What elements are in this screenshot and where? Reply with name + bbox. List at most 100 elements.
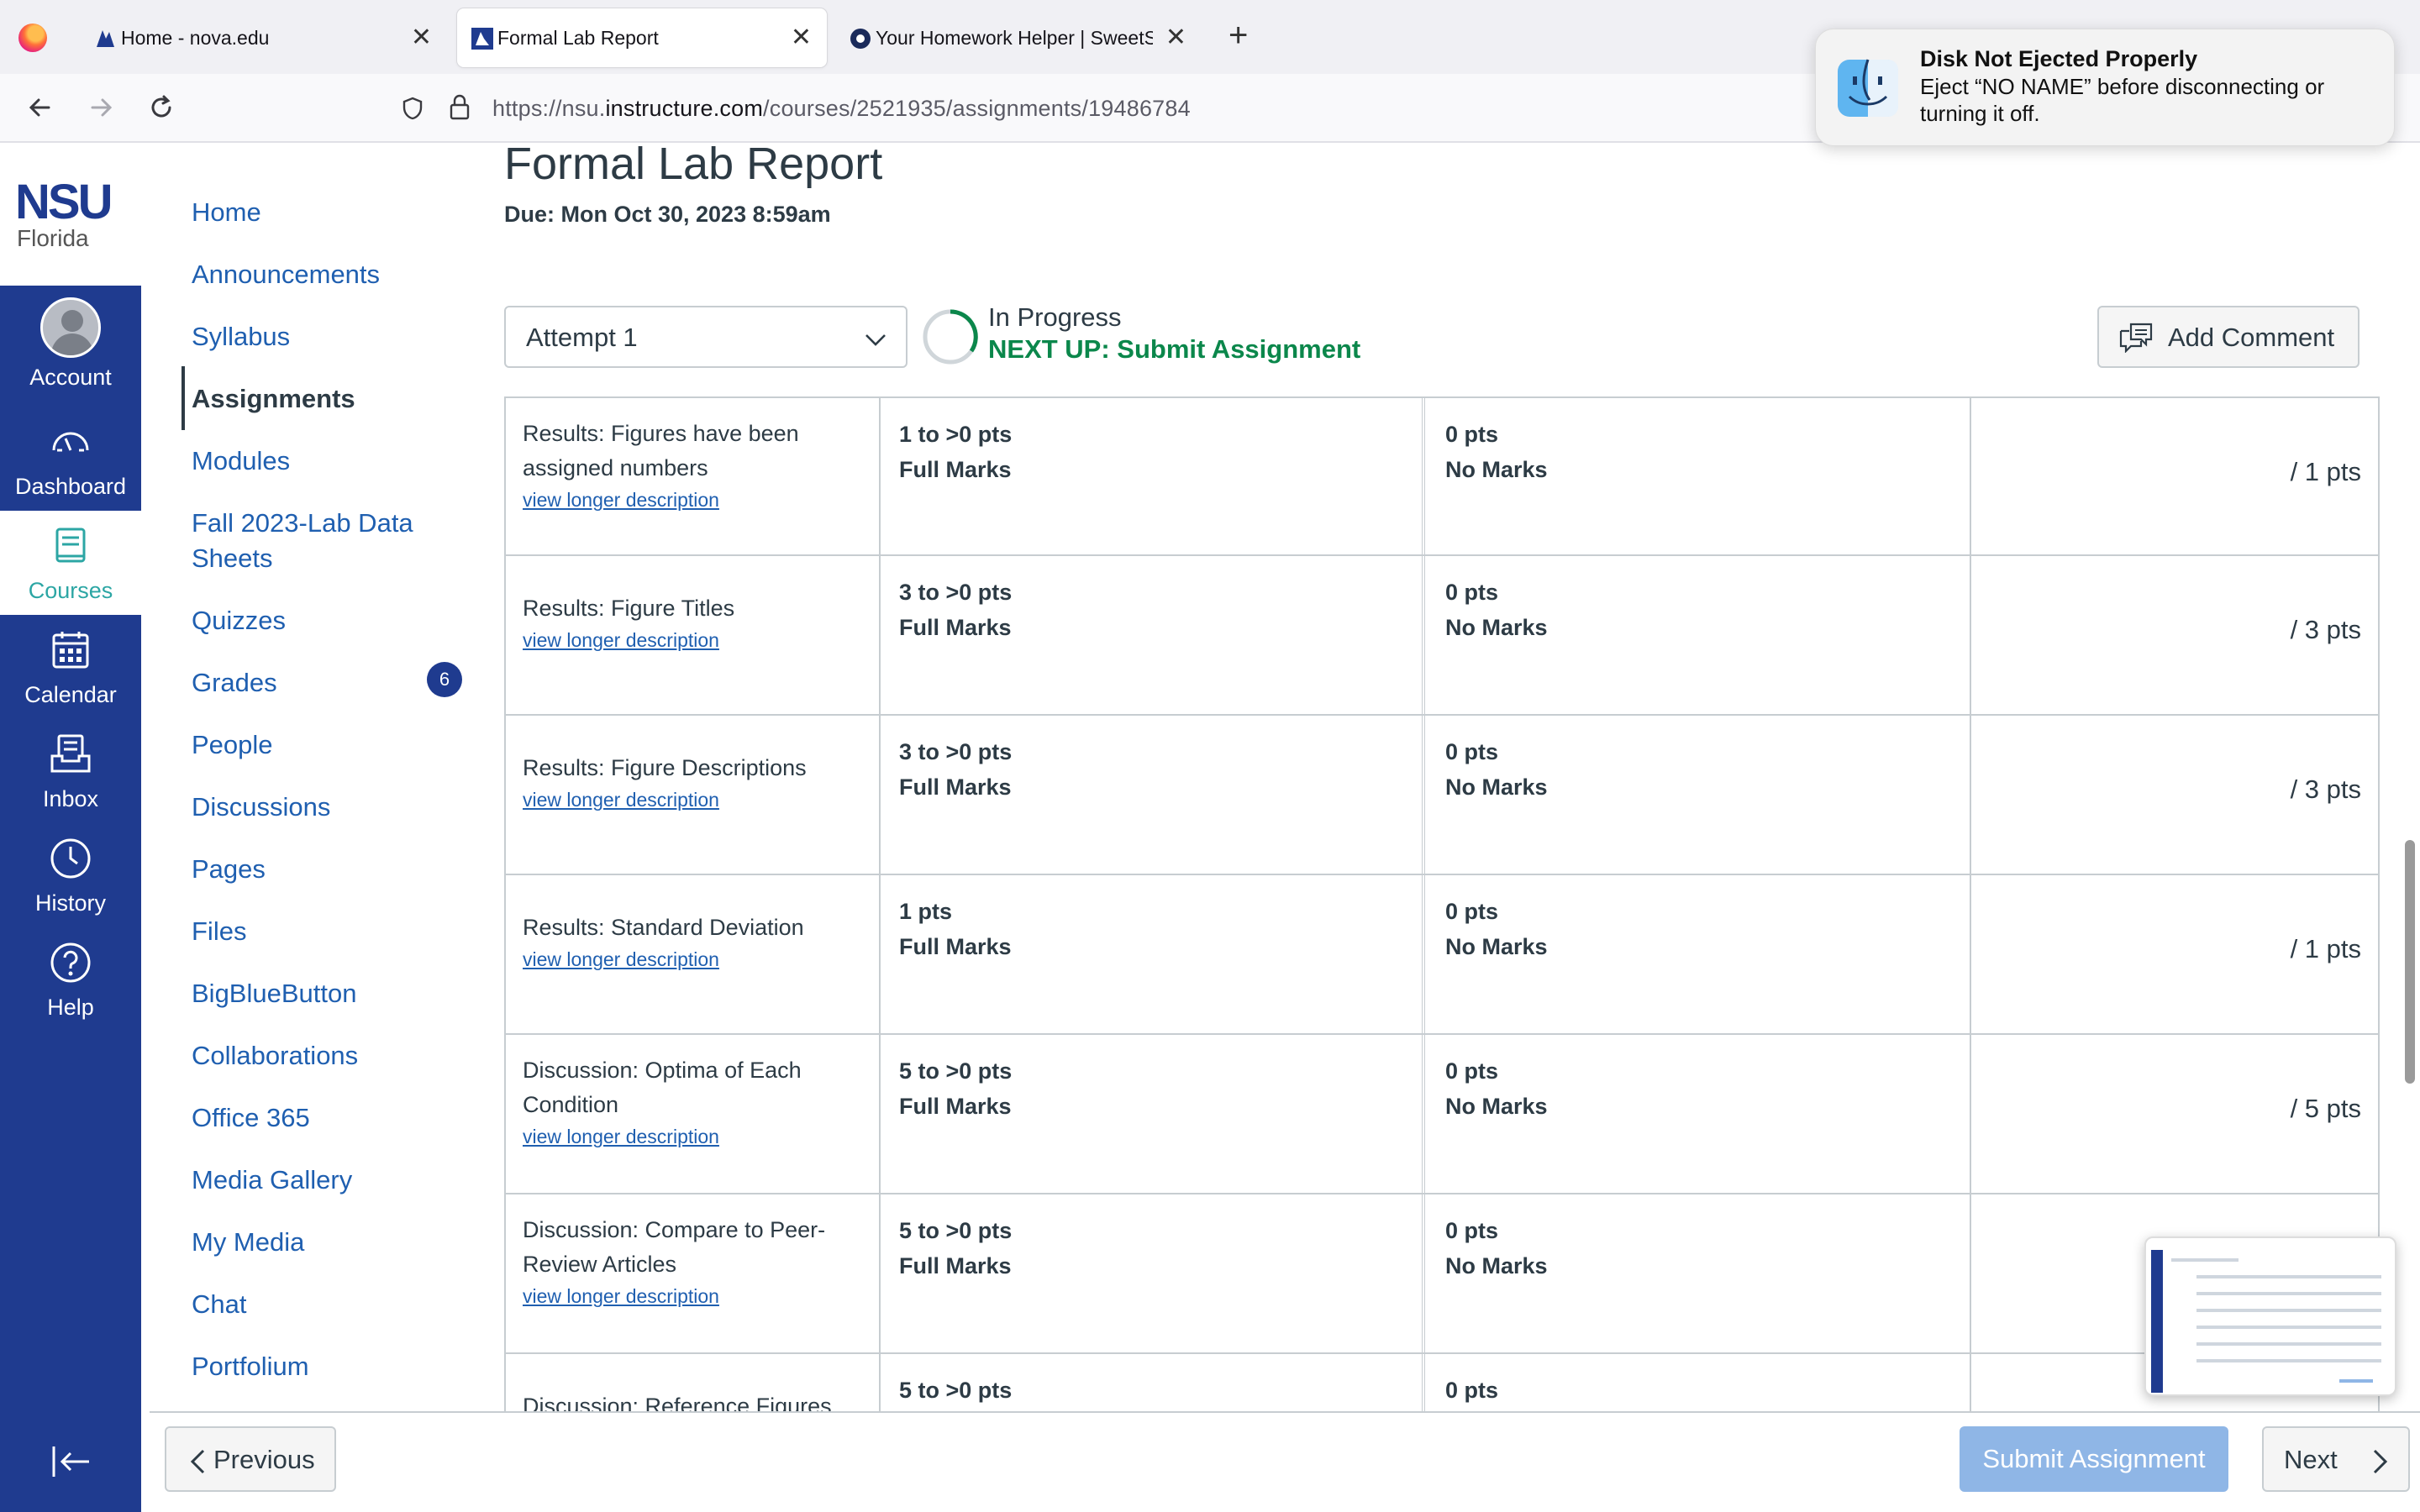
due-date: Due: Mon Oct 30, 2023 8:59am bbox=[504, 202, 831, 227]
next-label: Next bbox=[2284, 1445, 2338, 1474]
global-nav: NSU Florida Account Dashboard Courses Ca… bbox=[0, 144, 141, 1512]
rating-none: 0 pts No Marks bbox=[1427, 398, 1971, 556]
avatar bbox=[40, 297, 101, 358]
global-nav-label: Courses bbox=[28, 578, 113, 603]
add-comment-label: Add Comment bbox=[2168, 323, 2335, 352]
global-nav-history[interactable]: History bbox=[0, 823, 141, 927]
rubric-criterion-cell: Discussion: Reference Figures bbox=[506, 1354, 881, 1411]
view-longer-description-link[interactable]: view longer description bbox=[523, 626, 867, 654]
history-clock-icon bbox=[50, 838, 91, 879]
tab-homework-helper[interactable]: Your Homework Helper | SweetS ✕ bbox=[835, 8, 1202, 67]
rating-label: Full Marks bbox=[899, 934, 1012, 959]
lock-icon[interactable] bbox=[447, 92, 472, 121]
rating-points: 5 to >0 pts bbox=[899, 1058, 1013, 1084]
course-nav-people[interactable]: People bbox=[192, 727, 273, 763]
rubric-criterion-cell: Discussion: Compare to Peer-Review Artic… bbox=[506, 1194, 881, 1352]
calendar-icon bbox=[52, 632, 89, 669]
course-nav-my-media[interactable]: My Media bbox=[192, 1225, 304, 1260]
courses-book-icon bbox=[55, 528, 86, 563]
global-nav-label: Help bbox=[47, 995, 94, 1020]
global-nav-account[interactable]: Account bbox=[0, 287, 141, 391]
screenshot-thumbnail[interactable] bbox=[2144, 1236, 2396, 1396]
course-nav-syllabus[interactable]: Syllabus bbox=[192, 319, 290, 354]
forward-arrow-icon[interactable] bbox=[81, 87, 121, 128]
course-nav-modules[interactable]: Modules bbox=[192, 444, 290, 479]
tab-formal-lab-report[interactable]: Formal Lab Report ✕ bbox=[457, 8, 827, 67]
submit-assignment-button[interactable]: Submit Assignment bbox=[1960, 1426, 2228, 1492]
status-text: In Progress bbox=[988, 302, 1122, 332]
collapse-nav-icon[interactable] bbox=[47, 1438, 94, 1485]
disk-notification[interactable]: Disk Not Ejected Properly Eject “NO NAME… bbox=[1815, 29, 2395, 146]
rubric-criterion-cell: Results: Figure Titles view longer descr… bbox=[506, 556, 881, 714]
course-nav-media-gallery[interactable]: Media Gallery bbox=[192, 1163, 352, 1198]
rating-label: Full Marks bbox=[899, 615, 1012, 640]
view-longer-description-link[interactable]: view longer description bbox=[523, 945, 867, 974]
rating-label: No Marks bbox=[1445, 1253, 1548, 1278]
chevron-down-icon bbox=[865, 334, 886, 346]
view-longer-description-link[interactable]: view longer description bbox=[523, 1282, 867, 1310]
global-nav-courses[interactable]: Courses bbox=[0, 511, 141, 615]
view-longer-description-link[interactable]: view longer description bbox=[523, 1122, 867, 1151]
rubric-criterion: Discussion: Reference Figures bbox=[523, 1389, 867, 1411]
tab-home-nova[interactable]: Home - nova.edu ✕ bbox=[81, 8, 447, 67]
course-nav-pages[interactable]: Pages bbox=[192, 852, 266, 887]
tab-label: Your Homework Helper | SweetS bbox=[876, 26, 1153, 49]
url-host: instructure.com bbox=[605, 96, 764, 121]
next-button[interactable]: Next bbox=[2262, 1426, 2410, 1492]
criterion-text: Results: Figures have been assigned numb… bbox=[523, 421, 799, 480]
close-tab-icon[interactable]: ✕ bbox=[791, 25, 812, 50]
course-nav-quizzes[interactable]: Quizzes bbox=[192, 603, 286, 638]
back-arrow-icon[interactable] bbox=[20, 87, 60, 128]
page-title: Formal Lab Report bbox=[504, 144, 883, 189]
add-comment-button[interactable]: Add Comment bbox=[2097, 306, 2360, 368]
course-nav: Home Announcements Syllabus Assignments … bbox=[141, 144, 477, 1512]
page-scrollbar[interactable] bbox=[2405, 840, 2415, 1084]
canvas-shark-icon bbox=[471, 28, 493, 50]
course-nav-discussions[interactable]: Discussions bbox=[192, 790, 330, 825]
nsu-logo[interactable]: NSU Florida bbox=[0, 144, 141, 286]
sweetstudy-icon bbox=[850, 29, 871, 49]
close-tab-icon[interactable]: ✕ bbox=[1165, 25, 1186, 50]
course-nav-office-365[interactable]: Office 365 bbox=[192, 1100, 310, 1136]
global-nav-calendar[interactable]: Calendar bbox=[0, 615, 141, 719]
course-nav-grades[interactable]: Grades bbox=[192, 665, 277, 701]
attempt-selected-value: Attempt 1 bbox=[526, 323, 638, 352]
logo-nsu-text: NSU bbox=[15, 175, 113, 229]
criterion-total: / 3 pts bbox=[2290, 774, 2361, 804]
rating-points: 5 to >0 pts bbox=[899, 1378, 1013, 1403]
course-nav-assignments[interactable]: Assignments bbox=[192, 381, 355, 417]
previous-button[interactable]: Previous bbox=[165, 1426, 336, 1492]
rubric-criterion: Discussion: Compare to Peer-Review Artic… bbox=[523, 1213, 867, 1310]
url-text: https://nsu.instructure.com/courses/2521… bbox=[492, 96, 1191, 122]
logo-florida-text: Florida bbox=[17, 225, 89, 251]
tracking-shield-icon[interactable] bbox=[400, 96, 425, 121]
close-tab-icon[interactable]: ✕ bbox=[411, 25, 432, 50]
global-nav-label: Dashboard bbox=[14, 474, 127, 499]
course-nav-announcements[interactable]: Announcements bbox=[192, 257, 380, 292]
course-nav-bigbluebutton[interactable]: BigBlueButton bbox=[192, 976, 356, 1011]
criterion-text: Discussion: Reference Figures bbox=[523, 1394, 832, 1411]
criterion-text: Discussion: Compare to Peer-Review Artic… bbox=[523, 1217, 826, 1277]
course-nav-files[interactable]: Files bbox=[192, 914, 246, 949]
course-nav-chat[interactable]: Chat bbox=[192, 1287, 246, 1322]
view-longer-description-link[interactable]: view longer description bbox=[523, 785, 867, 814]
global-nav-dashboard[interactable]: Dashboard bbox=[0, 407, 141, 511]
rating-none: 0 pts No Marks bbox=[1427, 1035, 1971, 1193]
rubric-row: Results: Standard Deviation view longer … bbox=[504, 875, 2380, 1035]
criterion-text: Results: Standard Deviation bbox=[523, 915, 804, 940]
new-tab-plus-icon[interactable]: + bbox=[1228, 17, 1248, 54]
course-nav-collaborations[interactable]: Collaborations bbox=[192, 1038, 358, 1074]
rubric-row: Discussion: Optima of Each Condition vie… bbox=[504, 1035, 2380, 1194]
attempt-select[interactable]: Attempt 1 bbox=[504, 306, 908, 368]
course-nav-lab-data-sheets[interactable]: Fall 2023-Lab Data Sheets bbox=[192, 506, 444, 576]
url-bar[interactable]: https://nsu.instructure.com/courses/2521… bbox=[388, 84, 1859, 133]
global-nav-help[interactable]: Help bbox=[0, 927, 141, 1032]
reload-icon[interactable] bbox=[141, 87, 182, 128]
view-longer-description-link[interactable]: view longer description bbox=[523, 486, 867, 514]
rubric-criterion: Results: Figure Titles view longer descr… bbox=[523, 591, 867, 654]
rating-full: 5 to >0 pts Full Marks bbox=[881, 1035, 1425, 1193]
global-nav-inbox[interactable]: Inbox bbox=[0, 719, 141, 823]
course-nav-home[interactable]: Home bbox=[192, 195, 261, 230]
rating-points: 0 pts bbox=[1445, 1058, 1499, 1084]
course-nav-portfolium[interactable]: Portfolium bbox=[192, 1349, 309, 1384]
